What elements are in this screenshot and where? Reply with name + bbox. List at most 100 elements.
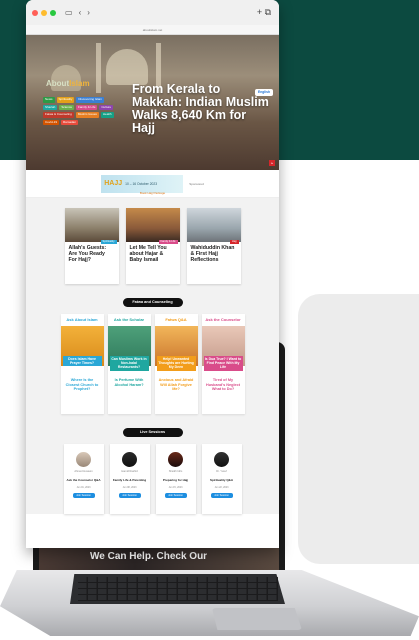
keyboard-keys [78,577,278,601]
fatwa-card-question[interactable]: Is Dua True? I Want to Find Peace With M… [203,356,243,371]
join-session-button[interactable]: Join Session [164,492,187,498]
article-image [64,208,119,242]
fatwa-card-heading[interactable]: Ask About Islam [61,314,104,322]
fatwa-card-heading[interactable]: Ask the Scholar [108,314,151,322]
hero-banner[interactable]: AboutIslam English News Spirituality Disco… [26,35,279,170]
category-tag[interactable]: Ramadan [61,119,79,125]
close-window-button[interactable] [32,9,38,16]
category-tag[interactable]: Culture [99,104,114,110]
category-tag[interactable]: Discovering Islam [76,97,105,103]
fatwa-card-row: Ask About Islam Does Islam Have Prayer Ti… [26,314,279,414]
live-section-title: Live Sessions [122,428,183,437]
hajj-ad-banner[interactable]: HAJJ 10 – 16 October 2023 [101,174,184,193]
fatwa-card-image: Is Dua True? I Want to Find Peace With M… [201,326,245,371]
fatwa-card[interactable]: Ask About Islam Does Islam Have Prayer Ti… [60,314,104,414]
ad-hajj-text: HAJJ [104,180,123,187]
article-card[interactable]: Hajj Wahiduddin Khan & First Hajj Reflect… [186,208,241,284]
category-tag[interactable]: Covid-19 [43,119,60,125]
fatwa-card-heading[interactable]: Fatwa Q&A [155,314,198,322]
ad-dates: 10 – 16 October 2023 [125,181,158,186]
avatar [168,452,183,467]
sidebar-icon[interactable]: ▭ [65,8,73,17]
live-session-card[interactable]: Ahmed Hussein Ask the Counselor Q&A Jun 01… [63,444,104,514]
fatwa-card[interactable]: Ask the Counselor Is Dua True? I Want to … [201,314,245,414]
fatwa-card-link[interactable]: Is Perfume With Alcohol Haram? [108,378,151,387]
session-title[interactable]: Spirituality Q&A [204,478,240,483]
avatar [122,452,137,467]
article-image [186,208,241,242]
fatwa-card-image: Does Islam Have Prayer Times? [60,326,104,367]
new-tab-icon[interactable]: + ⧉ [257,7,271,18]
article-row: Spirituality Allah's Guests: Are You Read… [26,208,279,284]
fatwa-section-title: Fatwa and Counseling [122,298,183,307]
article-card[interactable]: Spirituality Allah's Guests: Are You Read… [64,208,119,284]
minimize-window-button[interactable] [41,9,47,16]
article-image [125,208,180,242]
laptop-trackpad [212,608,302,630]
article-title[interactable]: Allah's Guests: Are You Ready For Hajj? [65,242,119,267]
minaret [96,43,101,93]
session-title[interactable]: Preparing for Hajj [158,478,194,483]
content-area: Spirituality Allah's Guests: Are You Read… [26,198,279,514]
ad-bar: HAJJ 10 – 16 October 2023 Sponsored Book… [26,170,279,198]
footer-text: We Can Help. Check Our [90,551,208,562]
browser-window: ▭ ‹ › + ⧉ aboutislam.net AboutIslam Engl… [26,0,279,548]
ad-link[interactable]: Book Hajj Package [140,191,165,195]
ad-sponsor: Sponsored [189,181,204,186]
session-time: Jun 22, 2023 [214,485,229,489]
host-name: Dr. Yusuf [216,470,227,473]
site-logo[interactable]: AboutIslam [46,79,90,88]
join-session-button[interactable]: Join Session [118,492,141,498]
category-tag[interactable]: Spirituality [56,97,75,103]
hero-title[interactable]: From Kerala to Makkah: Indian Muslim Wal… [132,83,272,135]
fatwa-card[interactable]: Ask the Scholar Can Muslims Work in Non-h… [107,314,151,414]
article-title[interactable]: Let Me Tell You about Hajar & Baby Ismai… [126,242,180,267]
join-session-button[interactable]: Join Session [210,492,233,498]
article-tag: Spirituality [100,240,117,244]
maximize-window-button[interactable] [50,9,56,16]
category-tag[interactable]: Shariah [43,104,58,110]
live-session-card[interactable]: Sheikh Idris Preparing for Hajj Jun 15, 20… [155,444,196,514]
fatwa-card-link[interactable]: Anxious and Afraid Will Allah Forgive Me… [155,378,198,392]
address-bar[interactable]: aboutislam.net [26,25,279,35]
host-name: Hamid Rashid [121,470,138,473]
forward-icon[interactable]: › [87,8,90,17]
join-session-button[interactable]: Join Session [72,492,95,498]
category-tag[interactable]: Science [59,104,75,110]
fatwa-card-link[interactable]: Tired of My Husband's Neglect What to Do… [202,378,245,392]
fatwa-card-link[interactable]: Where Is the Closest Church to Prophet? [61,378,104,392]
article-tag: Family & Life [158,240,178,244]
fatwa-card-heading[interactable]: Ask the Counselor [202,314,245,322]
hero-badge: ▸ [269,160,275,166]
fatwa-card-image: Can Muslims Work in Non-halal Restaurant… [107,326,151,371]
category-tag[interactable]: Fatwa & Counseling [43,112,74,118]
live-session-row: Ahmed Hussein Ask the Counselor Q&A Jun 01… [26,444,279,514]
article-title[interactable]: Wahiduddin Khan & First Hajj Reflections [187,242,241,267]
host-name: Ahmed Hussein [74,470,93,473]
fatwa-card-image: Help! Unwanted Thoughts are Hurting My D… [154,326,198,371]
category-list: News Spirituality Discovering Islam Shariah… [43,97,115,125]
category-tag[interactable]: Health [100,112,114,118]
mosque-dome [106,49,148,85]
session-time: Jun 15, 2023 [168,485,183,489]
category-tag[interactable]: Family & Life [76,104,98,110]
host-name: Sheikh Idris [168,470,183,473]
fatwa-card-question[interactable]: Can Muslims Work in Non-halal Restaurant… [109,356,149,371]
category-tag[interactable]: Muslim Issues [75,112,99,118]
avatar [214,452,229,467]
live-session-card[interactable]: Dr. Yusuf Spirituality Q&A Jun 22, 2023 Joi… [201,444,242,514]
fatwa-card-question[interactable]: Does Islam Have Prayer Times? [62,356,102,367]
decorative-card [298,294,419,564]
browser-chrome: ▭ ‹ › + ⧉ [26,0,279,25]
session-time: Jun 08, 2023 [122,485,137,489]
category-tag[interactable]: News [43,97,55,103]
session-title[interactable]: Family Life & Parenting [112,478,148,483]
address-text: aboutislam.net [142,27,163,32]
article-card[interactable]: Family & Life Let Me Tell You about Hajar… [125,208,180,284]
live-session-card[interactable]: Hamid Rashid Family Life & Parenting Jun 0… [109,444,150,514]
fatwa-card-question[interactable]: Help! Unwanted Thoughts are Hurting My D… [156,356,196,371]
fatwa-card[interactable]: Fatwa Q&A Help! Unwanted Thoughts are Hur… [154,314,198,414]
back-icon[interactable]: ‹ [79,8,82,17]
avatar [76,452,91,467]
session-title[interactable]: Ask the Counselor Q&A [66,478,102,483]
